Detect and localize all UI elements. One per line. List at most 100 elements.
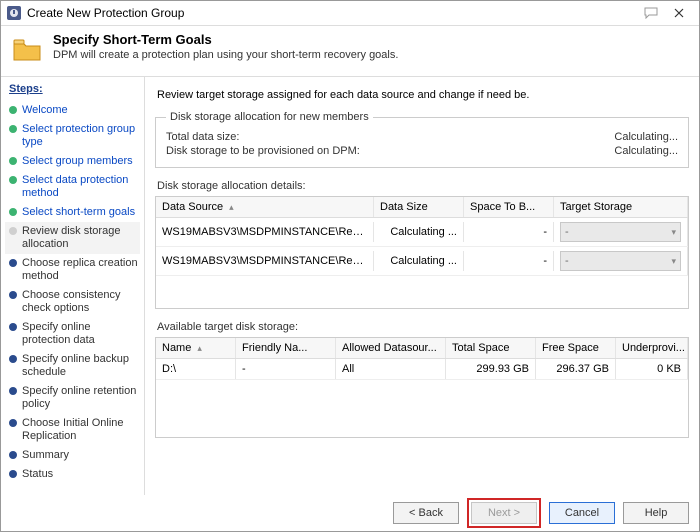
step-5: Review disk storage allocation xyxy=(5,222,140,254)
step-label: Welcome xyxy=(22,104,138,117)
main-panel: Review target storage assigned for each … xyxy=(145,77,699,495)
cell-name: D:\ xyxy=(156,359,236,379)
cell-total: 299.93 GB xyxy=(446,359,536,379)
step-10[interactable]: Specify online retention policy xyxy=(5,382,140,414)
cell-target: -▾ xyxy=(554,218,688,246)
target-storage-dropdown[interactable]: -▾ xyxy=(560,222,681,242)
step-label: Select data protection method xyxy=(22,174,138,200)
sort-asc-icon: ▴ xyxy=(197,343,202,354)
step-1[interactable]: Select protection group type xyxy=(5,120,140,152)
folder-icon xyxy=(11,34,43,66)
sort-asc-icon: ▴ xyxy=(229,202,234,213)
step-label: Specify online retention policy xyxy=(22,385,138,411)
instruction-text: Review target storage assigned for each … xyxy=(157,89,687,101)
cell-target: -▾ xyxy=(554,247,688,275)
step-9[interactable]: Specify online backup schedule xyxy=(5,350,140,382)
alloc-row: Total data size:Calculating... xyxy=(166,131,678,143)
steps-heading: Steps: xyxy=(9,83,140,95)
step-bullet-icon xyxy=(9,470,17,478)
avail-header-row: Name▴ Friendly Na... Allowed Datasour...… xyxy=(156,338,688,359)
col-total-space[interactable]: Total Space xyxy=(446,338,536,358)
cell-free: 296.37 GB xyxy=(536,359,616,379)
next-button-highlight: Next > xyxy=(467,498,541,528)
titlebar: Create New Protection Group xyxy=(1,1,699,26)
col-free-space[interactable]: Free Space xyxy=(536,338,616,358)
col-underprovisioned[interactable]: Underprovi... xyxy=(616,338,688,358)
col-data-size[interactable]: Data Size xyxy=(374,197,464,217)
col-space-to-be[interactable]: Space To B... xyxy=(464,197,554,217)
cancel-button[interactable]: Cancel xyxy=(549,502,615,524)
step-bullet-icon xyxy=(9,227,17,235)
step-2[interactable]: Select group members xyxy=(5,152,140,171)
target-storage-dropdown[interactable]: -▾ xyxy=(560,251,681,271)
cell-under: 0 KB xyxy=(616,359,688,379)
step-bullet-icon xyxy=(9,176,17,184)
wizard-header: Specify Short-Term Goals DPM will create… xyxy=(1,26,699,77)
step-6[interactable]: Choose replica creation method xyxy=(5,254,140,286)
alloc-row: Disk storage to be provisioned on DPM:Ca… xyxy=(166,145,678,157)
details-header-row: Data Source▴ Data Size Space To B... Tar… xyxy=(156,197,688,218)
chevron-down-icon: ▾ xyxy=(671,256,676,267)
step-bullet-icon xyxy=(9,451,17,459)
step-label: Choose consistency check options xyxy=(22,289,138,315)
back-button[interactable]: < Back xyxy=(393,502,459,524)
step-bullet-icon xyxy=(9,259,17,267)
cell-data-source: WS19MABSV3\MSDPMINSTANCE\ReportServe... xyxy=(156,222,374,242)
page-subtitle: DPM will create a protection plan using … xyxy=(53,49,398,61)
col-name[interactable]: Name▴ xyxy=(156,338,236,358)
cell-data-size: Calculating ... xyxy=(374,222,464,242)
step-12[interactable]: Summary xyxy=(5,446,140,465)
step-4[interactable]: Select short-term goals xyxy=(5,203,140,222)
cell-data-size: Calculating ... xyxy=(374,251,464,271)
help-button[interactable]: Help xyxy=(623,502,689,524)
step-label: Specify online protection data xyxy=(22,321,138,347)
feedback-icon[interactable] xyxy=(637,3,665,23)
details-grid: Data Source▴ Data Size Space To B... Tar… xyxy=(155,196,689,309)
cell-space: - xyxy=(464,251,554,271)
step-3[interactable]: Select data protection method xyxy=(5,171,140,203)
details-label: Disk storage allocation details: xyxy=(157,180,687,192)
cell-allowed: All xyxy=(336,359,446,379)
step-bullet-icon xyxy=(9,291,17,299)
step-label: Select protection group type xyxy=(22,123,138,149)
step-11[interactable]: Choose Initial Online Replication xyxy=(5,414,140,446)
step-label: Summary xyxy=(22,449,138,462)
step-0[interactable]: Welcome xyxy=(5,101,140,120)
col-friendly-name[interactable]: Friendly Na... xyxy=(236,338,336,358)
col-allowed-datasources[interactable]: Allowed Datasour... xyxy=(336,338,446,358)
step-bullet-icon xyxy=(9,355,17,363)
col-target-storage[interactable]: Target Storage xyxy=(554,197,688,217)
dropdown-value: - xyxy=(565,226,569,238)
step-bullet-icon xyxy=(9,208,17,216)
table-row[interactable]: D:\-All299.93 GB296.37 GB0 KB xyxy=(156,359,688,380)
step-7[interactable]: Choose consistency check options xyxy=(5,286,140,318)
close-icon[interactable] xyxy=(665,3,693,23)
next-button[interactable]: Next > xyxy=(471,502,537,524)
step-bullet-icon xyxy=(9,157,17,165)
step-label: Select group members xyxy=(22,155,138,168)
step-13[interactable]: Status xyxy=(5,465,140,484)
step-bullet-icon xyxy=(9,125,17,133)
step-label: Select short-term goals xyxy=(22,206,138,219)
step-8[interactable]: Specify online protection data xyxy=(5,318,140,350)
dropdown-value: - xyxy=(565,255,569,267)
step-bullet-icon xyxy=(9,419,17,427)
cell-friendly: - xyxy=(236,359,336,379)
table-row[interactable]: WS19MABSV3\MSDPMINSTANCE\ReportServe...C… xyxy=(156,218,688,247)
alloc-key: Disk storage to be provisioned on DPM: xyxy=(166,145,360,157)
cell-space: - xyxy=(464,222,554,242)
step-label: Choose Initial Online Replication xyxy=(22,417,138,443)
table-row[interactable]: WS19MABSV3\MSDPMINSTANCE\ReportServe...C… xyxy=(156,247,688,276)
step-label: Specify online backup schedule xyxy=(22,353,138,379)
col-data-source[interactable]: Data Source▴ xyxy=(156,197,374,217)
alloc-value: Calculating... xyxy=(614,131,678,143)
page-title: Specify Short-Term Goals xyxy=(53,32,398,47)
chevron-down-icon: ▾ xyxy=(671,227,676,238)
allocation-legend: Disk storage allocation for new members xyxy=(166,111,373,123)
step-bullet-icon xyxy=(9,323,17,331)
cell-data-source: WS19MABSV3\MSDPMINSTANCE\ReportServe... xyxy=(156,251,374,271)
avail-label: Available target disk storage: xyxy=(157,321,687,333)
window-title: Create New Protection Group xyxy=(27,6,637,20)
step-bullet-icon xyxy=(9,387,17,395)
step-label: Choose replica creation method xyxy=(22,257,138,283)
